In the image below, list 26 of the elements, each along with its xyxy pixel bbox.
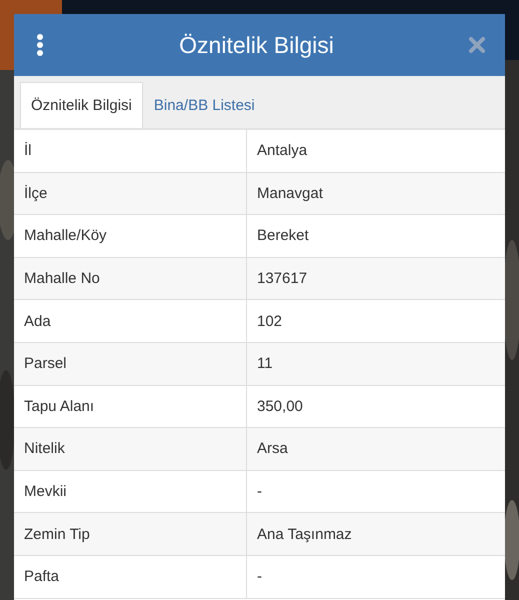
- field-value: -: [246, 556, 505, 598]
- field-value: 11: [246, 342, 505, 385]
- field-value: Manavgat: [246, 172, 505, 214]
- field-label: Pafta: [23, 567, 60, 588]
- dialog-title: Öznitelik Bilgisi: [179, 32, 334, 58]
- field-label: Tapu Alanı: [23, 396, 96, 417]
- field-label: Mahalle/Köy: [23, 226, 108, 246]
- field-label: İl: [23, 141, 32, 162]
- field-value: Ana Taşınmaz: [246, 513, 505, 555]
- field-value: Bereket: [246, 215, 505, 257]
- field-label: Mevkii: [23, 482, 68, 502]
- field-value: 102: [246, 300, 505, 342]
- field-value: -: [246, 470, 505, 512]
- field-value: 137617: [246, 258, 505, 300]
- field-label: İlçe: [23, 184, 48, 204]
- field-label: Zemin Tip: [23, 524, 91, 545]
- field-value: 350,00: [246, 386, 505, 428]
- tab[interactable]: Bina/BB Listesi: [142, 82, 266, 128]
- tab[interactable]: Öznitelik Bilgisi: [20, 82, 143, 128]
- field-label: Mahalle No: [23, 269, 101, 290]
- field-label: Nitelik: [23, 439, 66, 460]
- field-label: Ada: [23, 312, 52, 332]
- field-value: Antalya: [246, 130, 505, 172]
- field-value: Arsa: [246, 428, 505, 470]
- field-label: Parsel: [23, 354, 68, 374]
- menu-icon[interactable]: [36, 34, 44, 56]
